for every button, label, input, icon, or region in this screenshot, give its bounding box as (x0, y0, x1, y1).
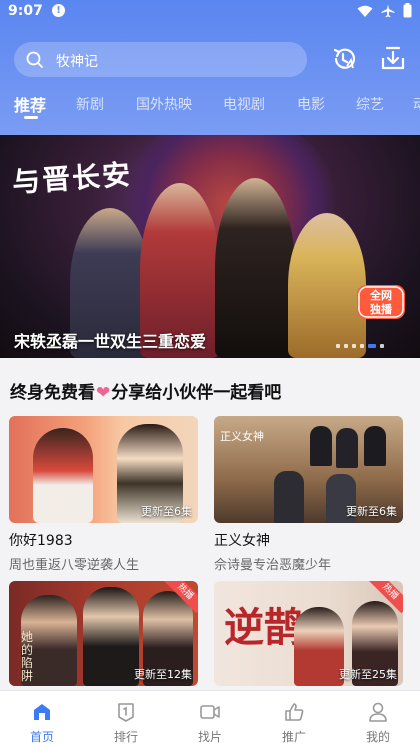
carousel-dot[interactable] (380, 344, 384, 348)
wifi-icon (357, 3, 373, 22)
show-card[interactable]: 正义女神 更新至6集 正义女神 佘诗曼专治恶魔少年 (214, 416, 403, 573)
carousel-dot[interactable] (360, 344, 364, 348)
nav-home[interactable]: 首页 (7, 701, 77, 745)
category-tabs: 推荐 新剧 国外热映 电视剧 电影 综艺 动 (0, 86, 420, 126)
nav-label: 首页 (29, 730, 54, 744)
top-header: 9:07 ! 牧神记 推荐 新剧 国外热映 电视剧 电影 综艺 (0, 0, 420, 135)
history-icon (330, 48, 360, 78)
tab-movies[interactable]: 电影 (297, 94, 325, 114)
thumbnail-title-text: 正义女神 (220, 430, 264, 443)
show-title: 你好1983 (9, 533, 73, 549)
tab-variety[interactable]: 综艺 (356, 94, 384, 114)
episode-count: 更新至6集 (141, 505, 192, 518)
thumbnail-title-text: 逆鹊 (224, 604, 304, 651)
tab-tv-series[interactable]: 电视剧 (223, 94, 265, 114)
show-thumbnail: 正义女神 更新至6集 (214, 416, 403, 523)
section-title: 终身免费看❤分享给小伙伴一起看吧 (10, 378, 281, 403)
nav-label: 推广 (281, 730, 306, 744)
show-card[interactable]: 逆鹊 热播 更新至25集 (214, 581, 403, 686)
status-time: 9:07 (8, 3, 43, 19)
show-card[interactable]: 她的陷阱 热播 更新至12集 (9, 581, 198, 686)
ranking-icon (115, 701, 137, 723)
battery-icon (403, 3, 412, 22)
tab-overseas-hits[interactable]: 国外热映 (136, 94, 192, 114)
episode-count: 更新至25集 (339, 668, 397, 681)
video-search-icon (199, 701, 221, 723)
search-icon (26, 51, 43, 68)
tab-active-indicator (24, 116, 38, 119)
carousel-dot[interactable] (352, 344, 356, 348)
banner-figure (215, 178, 295, 358)
promote-icon (283, 701, 305, 723)
show-description: 周也重返八零逆袭人生 (9, 558, 140, 573)
carousel-dot-active[interactable] (368, 344, 376, 348)
nav-profile[interactable]: 我的 (343, 701, 413, 745)
search-bar[interactable]: 牧神记 (14, 42, 307, 77)
carousel-dot[interactable] (336, 344, 340, 348)
show-title: 正义女神 (214, 533, 270, 549)
carousel-dot[interactable] (344, 344, 348, 348)
show-thumbnail: 逆鹊 热播 更新至25集 (214, 581, 403, 686)
profile-icon (367, 701, 389, 723)
search-placeholder: 牧神记 (56, 54, 98, 70)
hero-banner[interactable]: 与晋长安 宋轶丞磊一世双生三重恋爱 全网 独播 (0, 135, 420, 358)
banner-caption: 宋轶丞磊一世双生三重恋爱 (14, 332, 207, 351)
bottom-navigation: 首页 排行 找片 推广 我的 (0, 690, 420, 747)
show-card[interactable]: 更新至6集 你好1983 周也重返八零逆袭人生 (9, 416, 198, 573)
nav-label: 排行 (113, 730, 138, 744)
tab-new-drama[interactable]: 新剧 (76, 94, 104, 114)
section-title-part2: 分享给小伙伴一起看吧 (111, 383, 282, 403)
heart-icon: ❤ (96, 383, 111, 403)
show-description: 佘诗曼专治恶魔少年 (214, 558, 332, 573)
download-icon (378, 46, 408, 78)
episode-count: 更新至6集 (346, 505, 397, 518)
show-thumbnail: 她的陷阱 热播 更新至12集 (9, 581, 198, 686)
nav-label: 找片 (197, 730, 222, 744)
nav-label: 我的 (365, 730, 390, 744)
notification-alert-icon: ! (52, 4, 65, 17)
status-bar: 9:07 ! (0, 0, 420, 24)
show-thumbnail: 更新至6集 (9, 416, 198, 523)
nav-promote[interactable]: 推广 (259, 701, 329, 745)
history-button[interactable] (330, 44, 360, 74)
nav-find-videos[interactable]: 找片 (175, 701, 245, 745)
airplane-icon (381, 3, 395, 22)
nav-ranking[interactable]: 排行 (91, 701, 161, 745)
tab-recommend[interactable]: 推荐 (14, 92, 46, 116)
carousel-indicator (336, 344, 384, 348)
exclusive-badge: 全网 独播 (356, 283, 408, 321)
download-button[interactable] (378, 44, 408, 74)
banner-figure (288, 213, 366, 358)
badge-line2: 独播 (370, 303, 392, 316)
tab-anime[interactable]: 动 (413, 94, 420, 114)
section-title-part1: 终身免费看 (10, 383, 95, 403)
thumbnail-title-text: 她的陷阱 (21, 630, 34, 683)
home-icon (31, 701, 53, 723)
banner-title-logo: 与晋长安 (11, 157, 134, 200)
episode-count: 更新至12集 (134, 668, 192, 681)
